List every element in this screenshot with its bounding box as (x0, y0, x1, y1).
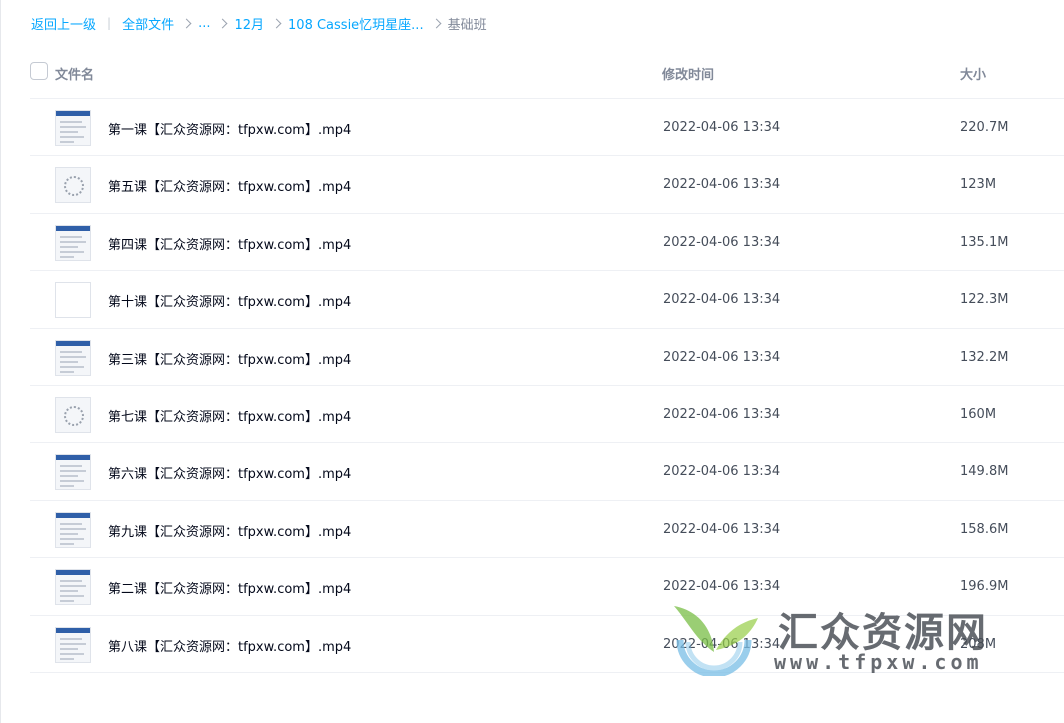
file-name[interactable]: 第一课【汇众资源网：tfpxw.com】.mp4 (108, 119, 351, 138)
file-row[interactable]: 第一课【汇众资源网：tfpxw.com】.mp4 2022-04-06 13:34… (30, 99, 1064, 157)
file-size: 160M (960, 406, 997, 422)
column-header-name[interactable]: 文件名 (55, 64, 94, 83)
breadcrumb-december[interactable]: 12月 (234, 14, 264, 33)
breadcrumb-folder[interactable]: 108 Cassie忆玥星座... (288, 14, 424, 33)
video-thumbnail-icon[interactable] (55, 396, 91, 433)
file-list: 第一课【汇众资源网：tfpxw.com】.mp4 2022-04-06 13:34… (30, 99, 1064, 673)
file-size: 220.7M (960, 120, 1009, 135)
chevron-right-icon (218, 18, 228, 28)
file-size: 208M (960, 636, 997, 652)
file-row[interactable]: 第六课【汇众资源网：tfpxw.com】.mp4 2022-04-06 13:34… (30, 443, 1064, 501)
video-thumbnail-icon[interactable] (55, 224, 91, 261)
file-modified-time: 2022-04-06 13:34 (663, 177, 781, 193)
video-thumbnail-icon[interactable] (55, 511, 91, 548)
file-size: 135.1M (960, 234, 1009, 250)
file-size: 196.9M (960, 579, 1009, 595)
chevron-right-icon (271, 18, 282, 28)
file-list-header: 文件名 修改时间 大小 (30, 58, 1064, 86)
video-thumbnail-icon[interactable] (55, 454, 91, 491)
file-modified-time: 2022-04-06 13:34 (663, 406, 781, 422)
file-size: 123M (960, 177, 997, 193)
file-name[interactable]: 第三课【汇众资源网：tfpxw.com】.mp4 (108, 349, 351, 368)
file-name[interactable]: 第二课【汇众资源网：tfpxw.com】.mp4 (108, 578, 351, 597)
column-header-time[interactable]: 修改时间 (662, 64, 714, 83)
file-row[interactable]: 第九课【汇众资源网：tfpxw.com】.mp4 2022-04-06 13:34… (30, 501, 1064, 559)
video-thumbnail-icon[interactable] (55, 626, 91, 663)
file-row[interactable]: 第八课【汇众资源网：tfpxw.com】.mp4 2022-04-06 13:34… (30, 616, 1064, 673)
file-name[interactable]: 第四课【汇众资源网：tfpxw.com】.mp4 (108, 234, 351, 253)
file-name[interactable]: 第七课【汇众资源网：tfpxw.com】.mp4 (108, 406, 351, 425)
panel-left-border (0, 0, 1, 723)
file-modified-time: 2022-04-06 13:34 (663, 349, 781, 365)
file-modified-time: 2022-04-06 13:34 (663, 636, 781, 652)
video-thumbnail-icon[interactable] (55, 167, 91, 204)
file-row[interactable]: 第五课【汇众资源网：tfpxw.com】.mp4 2022-04-06 13:34… (30, 156, 1064, 214)
chevron-right-icon (431, 18, 442, 28)
file-modified-time: 2022-04-06 13:34 (663, 234, 781, 250)
file-size: 132.2M (960, 349, 1009, 365)
file-name[interactable]: 第六课【汇众资源网：tfpxw.com】.mp4 (108, 463, 351, 482)
file-row[interactable]: 第二课【汇众资源网：tfpxw.com】.mp4 2022-04-06 13:34… (30, 558, 1064, 616)
file-row[interactable]: 第四课【汇众资源网：tfpxw.com】.mp4 2022-04-06 13:34… (30, 214, 1064, 272)
file-name[interactable]: 第五课【汇众资源网：tfpxw.com】.mp4 (108, 176, 351, 195)
file-size: 149.8M (960, 464, 1009, 480)
breadcrumb-current: 基础班 (447, 17, 487, 33)
file-row[interactable]: 第七课【汇众资源网：tfpxw.com】.mp4 2022-04-06 13:34… (30, 386, 1064, 444)
file-modified-time: 2022-04-06 13:34 (663, 464, 781, 480)
video-thumbnail-icon[interactable] (55, 110, 91, 146)
file-name[interactable]: 第十课【汇众资源网：tfpxw.com】.mp4 (108, 291, 351, 310)
file-modified-time: 2022-04-06 13:34 (663, 521, 781, 537)
select-all-checkbox[interactable] (30, 62, 48, 80)
file-modified-time: 2022-04-06 13:34 (663, 579, 781, 595)
video-thumbnail-icon[interactable] (55, 282, 91, 319)
file-row[interactable]: 第十课【汇众资源网：tfpxw.com】.mp4 2022-04-06 13:34… (30, 271, 1064, 329)
file-modified-time: 2022-04-06 13:34 (663, 292, 781, 308)
chevron-right-icon (181, 18, 192, 28)
file-modified-time: 2022-04-06 13:34 (663, 120, 781, 135)
back-link[interactable]: 返回上一级 (31, 14, 96, 33)
breadcrumb-all-files[interactable]: 全部文件 (122, 14, 174, 33)
file-name[interactable]: 第九课【汇众资源网：tfpxw.com】.mp4 (108, 521, 351, 540)
column-header-size[interactable]: 大小 (960, 64, 986, 83)
breadcrumb: 返回上一级 | 全部文件 ... 12月 108 Cassie忆玥星座... 基… (31, 14, 487, 33)
breadcrumb-ellipsis[interactable]: ... (198, 16, 210, 31)
breadcrumb-separator: | (107, 16, 112, 30)
file-size: 158.6M (960, 521, 1009, 537)
file-row[interactable]: 第三课【汇众资源网：tfpxw.com】.mp4 2022-04-06 13:34… (30, 329, 1064, 386)
video-thumbnail-icon[interactable] (55, 569, 91, 606)
file-name[interactable]: 第八课【汇众资源网：tfpxw.com】.mp4 (108, 636, 351, 655)
file-size: 122.3M (960, 292, 1009, 308)
video-thumbnail-icon[interactable] (55, 339, 91, 376)
